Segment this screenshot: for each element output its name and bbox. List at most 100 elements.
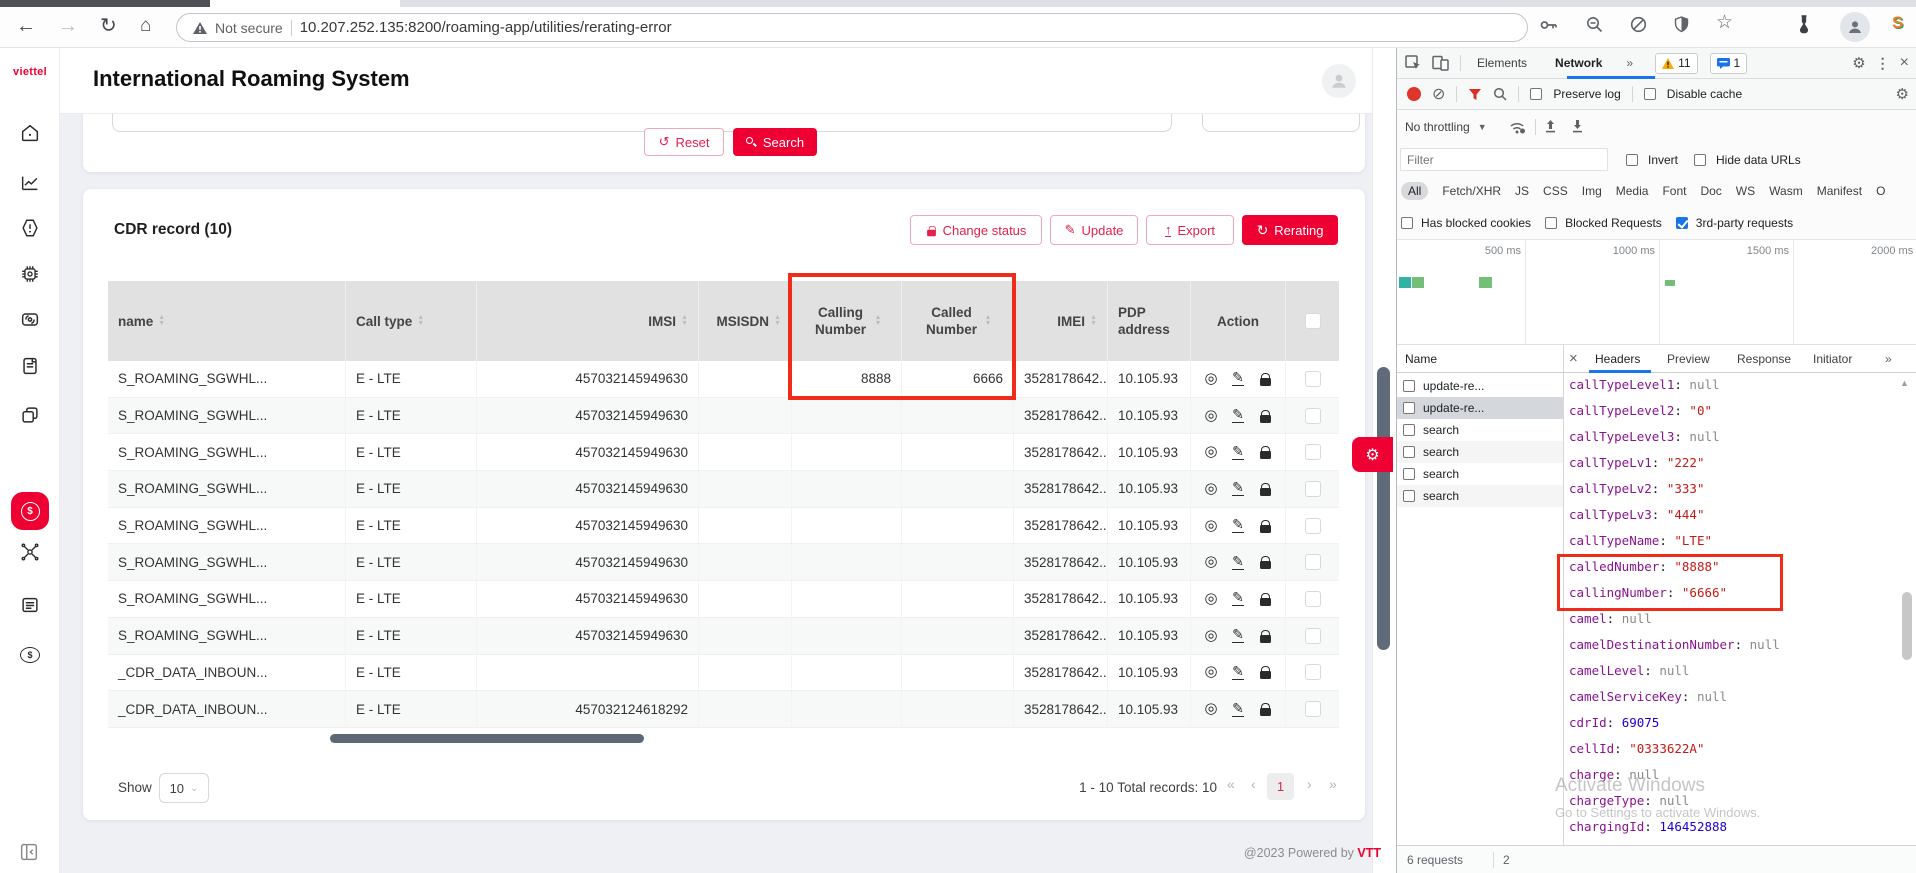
lock-icon[interactable] xyxy=(1255,442,1275,462)
edit-icon[interactable]: ✎ xyxy=(1228,406,1248,426)
sort-icon[interactable]: ▲▼ xyxy=(417,315,424,327)
lock-icon[interactable] xyxy=(1255,369,1275,389)
chip-img[interactable]: Img xyxy=(1582,184,1602,198)
warnings-badge[interactable]: 11 xyxy=(1655,53,1697,74)
view-icon[interactable]: ◎ xyxy=(1201,442,1221,462)
lock-icon[interactable] xyxy=(1255,516,1275,536)
chip-doc[interactable]: Doc xyxy=(1700,184,1721,198)
row-checkbox[interactable] xyxy=(1305,591,1321,607)
table-row[interactable]: S_ROAMING_SGWHL...E - LTE457032145949630… xyxy=(108,361,1339,398)
detail-tab-preview[interactable]: Preview xyxy=(1667,352,1710,366)
forward-button[interactable]: → xyxy=(58,9,78,43)
request-checkbox[interactable] xyxy=(1403,424,1415,436)
disable-cache-checkbox[interactable] xyxy=(1644,88,1656,100)
messages-badge[interactable]: 1 xyxy=(1710,53,1748,74)
chip-css[interactable]: CSS xyxy=(1543,184,1568,198)
lock-icon[interactable] xyxy=(1255,552,1275,572)
detail-tabs-more-chevron[interactable]: » xyxy=(1885,352,1892,366)
chip-manifest[interactable]: Manifest xyxy=(1817,184,1862,198)
row-checkbox[interactable] xyxy=(1305,664,1321,680)
sort-icon[interactable]: ▲▼ xyxy=(158,315,165,327)
change-status-button[interactable]: Change status xyxy=(910,215,1042,245)
back-button[interactable]: ← xyxy=(16,9,36,43)
row-checkbox[interactable] xyxy=(1305,518,1321,534)
table-row[interactable]: S_ROAMING_SGWHL...E - LTE457032145949630… xyxy=(108,544,1339,581)
sidebar-collapse-icon[interactable] xyxy=(18,841,40,863)
request-checkbox[interactable] xyxy=(1403,380,1415,392)
device-toolbar-icon[interactable] xyxy=(1432,55,1450,71)
page-size-select[interactable]: 10⌄ xyxy=(159,773,209,803)
rerating-button[interactable]: ↻ Rerating xyxy=(1242,215,1338,245)
row-checkbox[interactable] xyxy=(1305,701,1321,717)
more-tabs-chevron[interactable]: » xyxy=(1626,56,1633,70)
first-page-button[interactable]: « xyxy=(1227,776,1235,792)
request-row[interactable]: search xyxy=(1397,485,1563,507)
column-header-imsi[interactable]: IMSI▲▼ xyxy=(477,281,699,361)
import-har-icon[interactable] xyxy=(1544,120,1557,133)
view-icon[interactable]: ◎ xyxy=(1201,479,1221,499)
home-button[interactable]: ⌂ xyxy=(140,9,151,43)
row-checkbox[interactable] xyxy=(1305,554,1321,570)
close-detail-icon[interactable]: × xyxy=(1569,350,1578,367)
last-page-button[interactable]: » xyxy=(1329,776,1337,792)
table-row[interactable]: S_ROAMING_SGWHL...E - LTE457032145949630… xyxy=(108,471,1339,508)
table-row[interactable]: _CDR_DATA_INBOUN...E - LTE3528178642...1… xyxy=(108,655,1339,692)
request-checkbox[interactable] xyxy=(1403,446,1415,458)
export-har-icon[interactable] xyxy=(1571,120,1584,133)
search-network-icon[interactable] xyxy=(1493,87,1507,101)
sort-icon[interactable]: ▲▼ xyxy=(1090,315,1097,327)
view-icon[interactable]: ◎ xyxy=(1201,589,1221,609)
request-row[interactable]: search xyxy=(1397,419,1563,441)
table-row[interactable]: S_ROAMING_SGWHL...E - LTE457032145949630… xyxy=(108,581,1339,618)
sort-icon[interactable]: ▲▼ xyxy=(681,315,688,327)
devtools-menu-icon[interactable]: ⋮ xyxy=(1876,55,1890,72)
row-checkbox[interactable] xyxy=(1305,371,1321,387)
detail-tab-response[interactable]: Response xyxy=(1737,352,1791,366)
sidebar-item-files[interactable] xyxy=(19,404,41,426)
table-row[interactable]: S_ROAMING_SGWHL...E - LTE457032145949630… xyxy=(108,618,1339,655)
search-button[interactable]: Search xyxy=(733,128,817,156)
chip-media[interactable]: Media xyxy=(1616,184,1649,198)
blocked-requests-checkbox[interactable] xyxy=(1545,217,1557,229)
column-header-msisdn[interactable]: MSISDN▲▼ xyxy=(699,281,792,361)
edit-icon[interactable]: ✎ xyxy=(1228,699,1248,719)
network-filter-input[interactable] xyxy=(1400,148,1608,171)
network-settings-gear-icon[interactable]: ⚙ xyxy=(1896,85,1909,103)
request-row[interactable]: update-re... xyxy=(1397,375,1563,397)
edit-icon[interactable]: ✎ xyxy=(1228,516,1248,536)
sidebar-item-system-config[interactable] xyxy=(19,263,41,285)
has-blocked-cookies-checkbox[interactable] xyxy=(1401,217,1413,229)
lock-icon[interactable] xyxy=(1255,626,1275,646)
lock-icon[interactable] xyxy=(1255,662,1275,682)
view-icon[interactable]: ◎ xyxy=(1201,406,1221,426)
column-header-call-type[interactable]: Call type▲▼ xyxy=(346,281,477,361)
request-row-selected[interactable]: update-re... xyxy=(1397,397,1563,419)
edit-icon[interactable]: ✎ xyxy=(1228,589,1248,609)
reset-button[interactable]: ↺ Reset xyxy=(644,128,724,156)
sidebar-item-alerts[interactable] xyxy=(19,217,41,239)
name-column-header[interactable]: Name xyxy=(1405,352,1437,366)
devtools-close-icon[interactable]: × xyxy=(1900,54,1909,72)
view-icon[interactable]: ◎ xyxy=(1201,699,1221,719)
lock-icon[interactable] xyxy=(1255,406,1275,426)
user-avatar[interactable] xyxy=(1322,64,1356,98)
detail-tab-initiator[interactable]: Initiator xyxy=(1813,352,1852,366)
s-extension-icon[interactable]: S xyxy=(1892,13,1903,33)
edit-icon[interactable]: ✎ xyxy=(1228,479,1248,499)
sort-icon[interactable]: ▲▼ xyxy=(774,315,781,327)
flask-extension-icon[interactable] xyxy=(1795,15,1813,34)
sidebar-item-documents[interactable] xyxy=(19,355,41,377)
chip-wasm[interactable]: Wasm xyxy=(1769,184,1803,198)
export-button[interactable]: ↑ Export xyxy=(1146,215,1234,245)
table-row[interactable]: S_ROAMING_SGWHL...E - LTE457032145949630… xyxy=(108,508,1339,545)
next-page-button[interactable]: › xyxy=(1307,776,1312,792)
throttling-select[interactable]: No throttling▼ xyxy=(1405,120,1487,134)
sidebar-item-billing-active[interactable]: $ xyxy=(11,492,49,530)
row-checkbox[interactable] xyxy=(1305,444,1321,460)
zoom-out-icon[interactable] xyxy=(1586,16,1603,33)
active-tab[interactable] xyxy=(210,0,400,7)
scroll-up-arrow-icon[interactable]: ▲ xyxy=(1900,378,1909,388)
edit-icon[interactable]: ✎ xyxy=(1228,369,1248,389)
view-icon[interactable]: ◎ xyxy=(1201,662,1221,682)
lock-icon[interactable] xyxy=(1255,589,1275,609)
